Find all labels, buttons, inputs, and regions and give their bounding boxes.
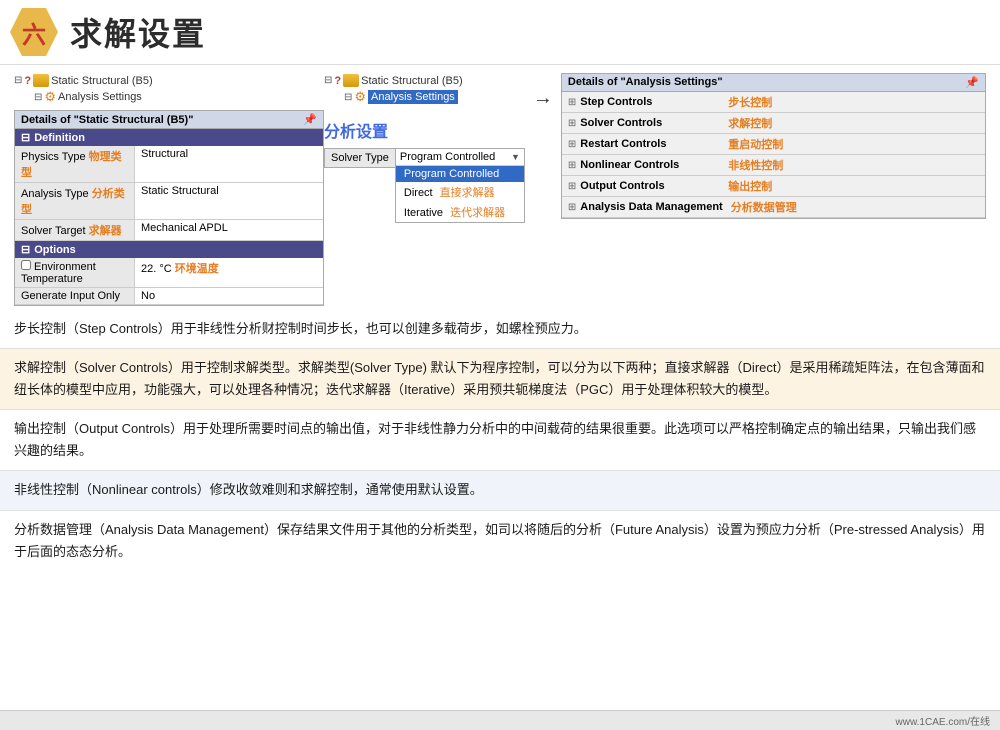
env-temp-checkbox[interactable] bbox=[21, 260, 31, 270]
page-header: 六 求解设置 bbox=[0, 0, 1000, 65]
solver-controls-cn: 求解控制 bbox=[728, 115, 772, 131]
data-mgmt-cn: 分析数据管理 bbox=[731, 199, 797, 215]
footer-text: www.1CAE.com/在线 bbox=[896, 717, 990, 728]
diagram-area: ⊟ ? Static Structural (B5) ⊟ ⚙ Analysis … bbox=[0, 65, 1000, 310]
tree-child-label-left: Analysis Settings bbox=[58, 91, 142, 103]
tree-expand-left[interactable]: ⊟ bbox=[14, 75, 22, 86]
row-generate-input: Generate Input Only No bbox=[15, 288, 323, 305]
tree-child-expand-left[interactable]: ⊟ bbox=[34, 92, 42, 103]
desc-5-text: 分析数据管理（Analysis Data Management）保存结果文件用于… bbox=[14, 522, 985, 559]
tree-child-expand-right[interactable]: ⊟ bbox=[344, 92, 352, 103]
middle-col: ⊟ ? Static Structural (B5) ⊟ ⚙ Analysis … bbox=[324, 73, 525, 223]
output-controls-label: Output Controls bbox=[580, 180, 720, 192]
row-data-mgmt[interactable]: ⊞ Analysis Data Management 分析数据管理 bbox=[562, 197, 985, 218]
restart-controls-cn: 重启动控制 bbox=[728, 136, 783, 152]
solver-row: Solver Type Program Controlled ▼ Program… bbox=[324, 148, 525, 223]
row-step-controls[interactable]: ⊞ Step Controls 步长控制 bbox=[562, 92, 985, 113]
expand-output-icon[interactable]: ⊞ bbox=[568, 181, 576, 192]
expand-solver-icon[interactable]: ⊞ bbox=[568, 118, 576, 129]
solver-option-direct[interactable]: Direct 直接求解器 bbox=[396, 182, 524, 202]
tree-question-left: ? bbox=[24, 75, 31, 87]
row-analysis-type: Analysis Type 分析类型 Static Structural bbox=[15, 183, 323, 220]
tree-question-right: ? bbox=[334, 75, 341, 87]
tree-child-label-right[interactable]: Analysis Settings bbox=[368, 90, 458, 104]
details-title-bar-left: Details of "Static Structural (B5)" 📌 bbox=[15, 111, 323, 129]
row-physics-type: Physics Type 物理类型 Structural bbox=[15, 146, 323, 183]
row-restart-controls[interactable]: ⊞ Restart Controls 重启动控制 bbox=[562, 134, 985, 155]
analysis-details-pin: 📌 bbox=[965, 76, 979, 89]
desc-3: 输出控制（Output Controls）用于处理所需要时间点的输出值，对于非线… bbox=[0, 410, 1000, 471]
static-structural-details: Details of "Static Structural (B5)" 📌 ⊟D… bbox=[14, 110, 324, 306]
desc-3-text: 输出控制（Output Controls）用于处理所需要时间点的输出值，对于非线… bbox=[14, 421, 976, 458]
desc-1-text: 步长控制（Step Controls）用于非线性分析财控制时间步长，也可以创建多… bbox=[14, 321, 587, 336]
analysis-annotation: 分析设置 bbox=[324, 118, 388, 142]
folder-icon-right bbox=[343, 74, 359, 87]
output-controls-cn: 输出控制 bbox=[728, 178, 772, 194]
solver-type-label: Solver Type bbox=[324, 148, 395, 168]
analysis-icon-left: ⚙ bbox=[44, 89, 56, 105]
footer: www.1CAE.com/在线 bbox=[0, 710, 1000, 730]
expand-step-icon[interactable]: ⊞ bbox=[568, 97, 576, 108]
left-tree: ⊟ ? Static Structural (B5) ⊟ ⚙ Analysis … bbox=[14, 73, 324, 106]
analysis-details-title-text: Details of "Analysis Settings" bbox=[568, 76, 723, 89]
details-pin-left[interactable]: 📌 bbox=[303, 113, 317, 126]
section-badge: 六 bbox=[10, 8, 58, 56]
nonlinear-controls-label: Nonlinear Controls bbox=[580, 159, 720, 171]
analysis-icon-right: ⚙ bbox=[354, 89, 366, 105]
row-env-temp: Environment Temperature 22. °C 环境温度 bbox=[15, 258, 323, 288]
left-diagram: ⊟ ? Static Structural (B5) ⊟ ⚙ Analysis … bbox=[14, 73, 324, 306]
right-diagram: ⊟ ? Static Structural (B5) ⊟ ⚙ Analysis … bbox=[324, 73, 986, 223]
analysis-details-table: Details of "Analysis Settings" 📌 ⊞ Step … bbox=[561, 73, 986, 219]
desc-1: 步长控制（Step Controls）用于非线性分析财控制时间步长，也可以创建多… bbox=[0, 310, 1000, 349]
arrow-connector: → bbox=[533, 87, 553, 110]
desc-2-text: 求解控制（Solver Controls）用于控制求解类型。求解类型(Solve… bbox=[14, 360, 985, 397]
analysis-details-panel: Details of "Analysis Settings" 📌 ⊞ Step … bbox=[561, 73, 986, 219]
solver-dropdown-header[interactable]: Program Controlled ▼ bbox=[396, 149, 524, 166]
data-mgmt-label: Analysis Data Management bbox=[580, 201, 722, 213]
desc-4-text: 非线性控制（Nonlinear controls）修改收敛难则和求解控制，通常使… bbox=[14, 482, 483, 497]
expand-nonlinear-icon[interactable]: ⊞ bbox=[568, 160, 576, 171]
solver-section: Solver Type Program Controlled ▼ Program… bbox=[324, 148, 525, 223]
row-solver-target: Solver Target 求解器 Mechanical APDL bbox=[15, 220, 323, 241]
row-output-controls[interactable]: ⊞ Output Controls 输出控制 bbox=[562, 176, 985, 197]
step-controls-label: Step Controls bbox=[580, 96, 720, 108]
row-solver-controls[interactable]: ⊞ Solver Controls 求解控制 bbox=[562, 113, 985, 134]
solver-option-iterative[interactable]: Iterative 迭代求解器 bbox=[396, 202, 524, 222]
folder-icon-left bbox=[33, 74, 49, 87]
solver-selected-value: Program Controlled bbox=[400, 151, 495, 163]
tree-label-right: Static Structural (B5) bbox=[361, 75, 462, 87]
tree-expand-right[interactable]: ⊟ bbox=[324, 75, 332, 86]
dropdown-arrow-icon: ▼ bbox=[511, 152, 520, 162]
analysis-details-title: Details of "Analysis Settings" 📌 bbox=[562, 74, 985, 92]
expand-data-icon[interactable]: ⊞ bbox=[568, 202, 576, 213]
solver-option-program[interactable]: Program Controlled bbox=[396, 166, 524, 182]
section-def-icon: ⊟ bbox=[21, 132, 30, 144]
expand-restart-icon[interactable]: ⊞ bbox=[568, 139, 576, 150]
section-definition: ⊟Definition bbox=[15, 129, 323, 146]
section-opt-icon: ⊟ bbox=[21, 244, 30, 256]
tree-label-left: Static Structural (B5) bbox=[51, 75, 152, 87]
section-options: ⊟Options bbox=[15, 241, 323, 258]
row-nonlinear-controls[interactable]: ⊞ Nonlinear Controls 非线性控制 bbox=[562, 155, 985, 176]
restart-controls-label: Restart Controls bbox=[580, 138, 720, 150]
desc-2: 求解控制（Solver Controls）用于控制求解类型。求解类型(Solve… bbox=[0, 349, 1000, 410]
details-title-text-left: Details of "Static Structural (B5)" bbox=[21, 114, 193, 126]
page-title: 求解设置 bbox=[70, 9, 206, 55]
desc-4: 非线性控制（Nonlinear controls）修改收敛难则和求解控制，通常使… bbox=[0, 471, 1000, 510]
right-tree: ⊟ ? Static Structural (B5) ⊟ ⚙ Analysis … bbox=[324, 73, 463, 106]
desc-5: 分析数据管理（Analysis Data Management）保存结果文件用于… bbox=[0, 511, 1000, 571]
solver-dropdown[interactable]: Program Controlled ▼ Program Controlled … bbox=[395, 148, 525, 223]
step-controls-cn: 步长控制 bbox=[728, 94, 772, 110]
nonlinear-controls-cn: 非线性控制 bbox=[728, 157, 783, 173]
solver-controls-label: Solver Controls bbox=[580, 117, 720, 129]
